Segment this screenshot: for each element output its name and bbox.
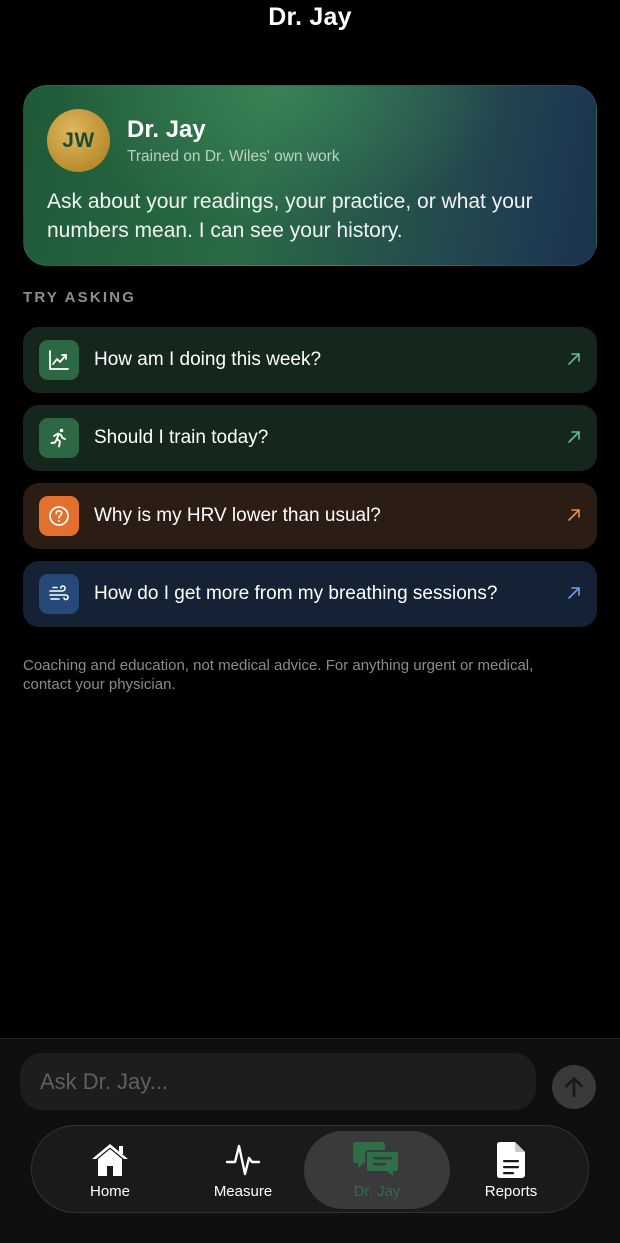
- arrow-up-right-icon: [568, 587, 580, 599]
- document-icon: [496, 1140, 526, 1180]
- section-label-try-asking: TRY ASKING: [23, 289, 137, 306]
- suggestion-label: Why is my HRV lower than usual?: [94, 505, 381, 526]
- arrow-up-right-icon: [568, 509, 580, 521]
- avatar: JW: [47, 109, 110, 172]
- tab-reports[interactable]: Reports: [446, 1126, 576, 1214]
- tab-dr-jay[interactable]: Dr. Jay: [304, 1131, 450, 1209]
- suggestion-should-i-train[interactable]: Should I train today?: [23, 405, 597, 471]
- heartbeat-icon: [225, 1140, 261, 1180]
- suggestion-how-am-i-doing[interactable]: How am I doing this week?: [23, 327, 597, 393]
- suggestion-label: How do I get more from my breathing sess…: [94, 583, 498, 604]
- assistant-subtitle: Trained on Dr. Wiles' own work: [127, 148, 340, 165]
- send-button[interactable]: [552, 1065, 596, 1109]
- tab-label: Dr. Jay: [353, 1183, 401, 1200]
- arrow-up-right-icon: [568, 431, 580, 443]
- tab-home[interactable]: Home: [45, 1126, 175, 1214]
- dr-jay-screen: Dr. Jay JW Dr. Jay Trained on Dr. Wiles'…: [0, 0, 620, 1243]
- suggestion-breathing-sessions[interactable]: How do I get more from my breathing sess…: [23, 561, 597, 627]
- wind-icon: [39, 574, 79, 614]
- tab-label: Measure: [213, 1183, 273, 1200]
- tab-bar: Home Measure Dr. Jay Reports: [31, 1125, 589, 1213]
- suggestion-label: Should I train today?: [94, 427, 269, 448]
- arrow-up-right-icon: [568, 353, 580, 365]
- assistant-description: Ask about your readings, your practice, …: [47, 190, 533, 242]
- bottom-bar: Ask Dr. Jay... Home Measure Dr. Jay Repo…: [0, 1038, 620, 1243]
- running-figure-icon: [39, 418, 79, 458]
- ask-input[interactable]: Ask Dr. Jay...: [20, 1053, 536, 1110]
- assistant-name: Dr. Jay: [127, 116, 206, 143]
- tab-label: Reports: [484, 1183, 538, 1200]
- page-title: Dr. Jay: [268, 3, 352, 31]
- chat-bubbles-icon: [352, 1140, 402, 1180]
- medical-disclaimer: Coaching and education, not medical advi…: [23, 657, 534, 693]
- suggestion-why-hrv-lower[interactable]: Why is my HRV lower than usual?: [23, 483, 597, 549]
- tab-label: Home: [89, 1183, 130, 1200]
- tab-measure[interactable]: Measure: [178, 1126, 308, 1214]
- suggestion-label: How am I doing this week?: [94, 349, 322, 370]
- question-circle-icon: [39, 496, 79, 536]
- trend-chart-icon: [39, 340, 79, 380]
- house-icon: [90, 1140, 130, 1180]
- assistant-intro-card: JW Dr. Jay Trained on Dr. Wiles' own wor…: [23, 85, 597, 266]
- arrow-up-icon: [565, 1077, 583, 1098]
